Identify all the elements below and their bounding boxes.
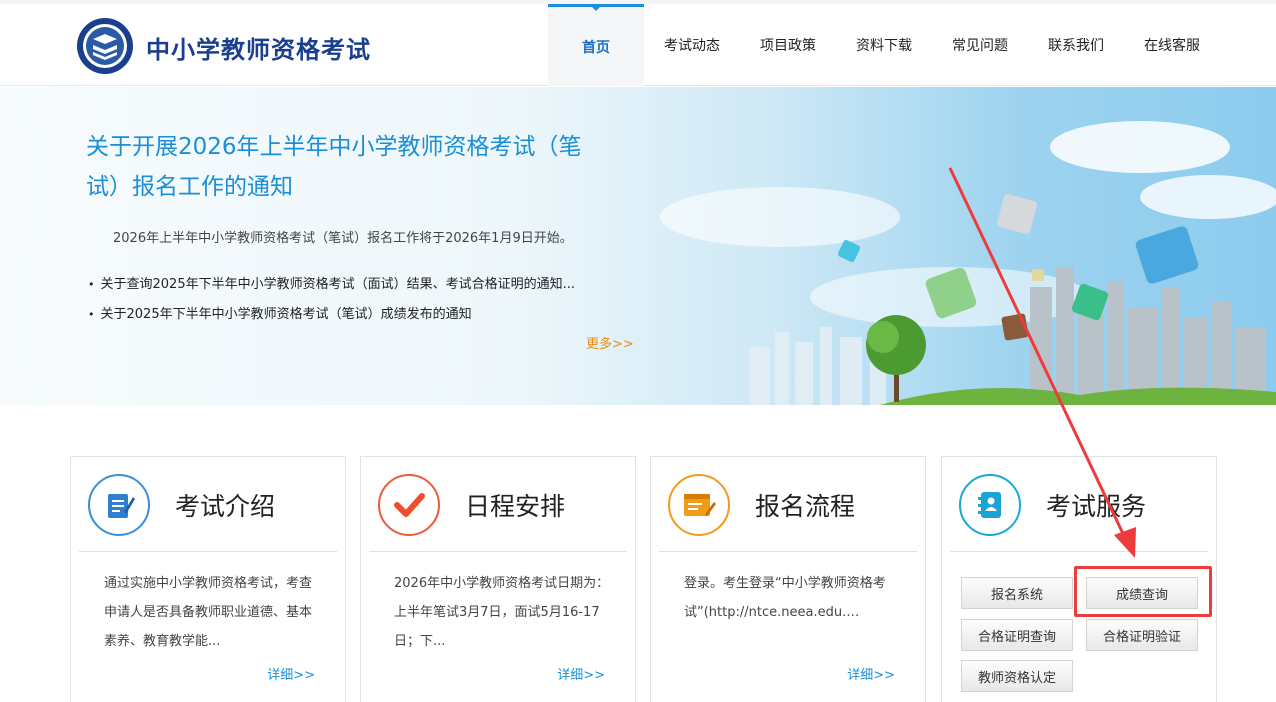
teacher-certification-button[interactable]: 教师资格认定 <box>961 660 1073 692</box>
checkmark-icon <box>394 493 425 517</box>
news-list: 关于查询2025年下半年中小学教师资格考试（面试）结果、考试合格证明的通知...… <box>88 270 575 330</box>
site-header: 中小学教师资格考试 首页 考试动态 项目政策 资料下载 常见问题 联系我们 在线… <box>0 0 1276 86</box>
contact-book-icon <box>978 492 1001 518</box>
card-divider <box>369 551 627 552</box>
card-description: 2026年中小学教师资格考试日期为：上半年笔试3月7日，面试5月16-17日；下… <box>394 576 610 649</box>
card-divider <box>950 551 1208 552</box>
card-description: 通过实施中小学教师资格考试，考查申请人是否具备教师职业道德、基本素养、教育教学能… <box>104 576 313 649</box>
news-item[interactable]: 关于查询2025年下半年中小学教师资格考试（面试）结果、考试合格证明的通知... <box>88 270 575 300</box>
certificate-verify-button[interactable]: 合格证明验证 <box>1086 619 1198 651</box>
nav-online-service[interactable]: 在线客服 <box>1124 4 1220 86</box>
card-title: 考试服务 <box>1046 492 1147 521</box>
nav-policy[interactable]: 项目政策 <box>740 4 836 86</box>
main-nav: 首页 考试动态 项目政策 资料下载 常见问题 联系我们 在线客服 <box>548 4 1220 86</box>
card-icon-circle <box>378 474 440 536</box>
nav-home[interactable]: 首页 <box>548 4 644 86</box>
nav-exam-news[interactable]: 考试动态 <box>644 4 740 86</box>
card-title: 日程安排 <box>465 492 566 521</box>
card-exam-intro: 考试介绍 通过实施中小学教师资格考试，考查申请人是否具备教师职业道德、基本素养、… <box>70 456 346 702</box>
card-title: 报名流程 <box>755 492 856 521</box>
nav-downloads[interactable]: 资料下载 <box>836 4 932 86</box>
card-title: 考试介绍 <box>175 492 276 521</box>
card-schedule: 日程安排 2026年中小学教师资格考试日期为：上半年笔试3月7日，面试5月16-… <box>360 456 636 702</box>
nav-contact[interactable]: 联系我们 <box>1028 4 1124 86</box>
news-item[interactable]: 关于2025年下半年中小学教师资格考试（笔试）成绩发布的通知 <box>88 300 575 330</box>
certificate-query-button[interactable]: 合格证明查询 <box>961 619 1073 651</box>
card-icon-circle <box>668 474 730 536</box>
banner-summary: 2026年上半年中小学教师资格考试（笔试）报名工作将于2026年1月9日开始。 <box>113 231 573 246</box>
card-divider <box>659 551 917 552</box>
site-title[interactable]: 中小学教师资格考试 <box>146 30 371 65</box>
card-description: 登录。考生登录“中小学教师资格考试”(http://ntce.neea.edu.… <box>684 576 886 620</box>
annotation-highlight-box <box>1074 566 1212 617</box>
logo-emblem-icon[interactable] <box>76 17 134 75</box>
card-divider <box>79 551 337 552</box>
card-registration-process: 报名流程 登录。考生登录“中小学教师资格考试”(http://ntce.neea… <box>650 456 926 702</box>
banner-illustration <box>660 121 1276 405</box>
detail-link[interactable]: 详细>> <box>847 664 895 683</box>
more-link[interactable]: 更多>> <box>586 333 634 352</box>
card-icon-circle <box>959 474 1021 536</box>
banner-headline[interactable]: 关于开展2026年上半年中小学教师资格考试（笔试）报名工作的通知 <box>86 127 616 207</box>
nav-faq[interactable]: 常见问题 <box>932 4 1028 86</box>
card-icon-circle <box>88 474 150 536</box>
registration-system-button[interactable]: 报名系统 <box>961 577 1073 609</box>
form-window-icon <box>684 494 716 516</box>
detail-link[interactable]: 详细>> <box>557 664 605 683</box>
notebook-pen-icon <box>108 494 135 518</box>
detail-link[interactable]: 详细>> <box>267 664 315 683</box>
hero-banner: 关于开展2026年上半年中小学教师资格考试（笔试）报名工作的通知 2026年上半… <box>0 87 1276 405</box>
